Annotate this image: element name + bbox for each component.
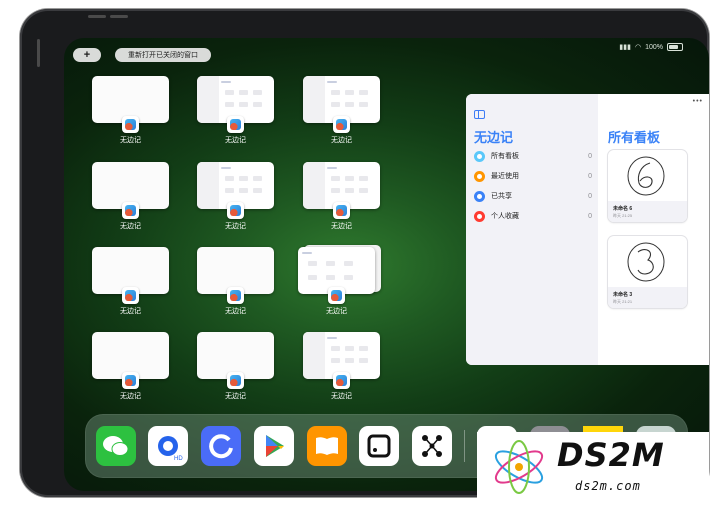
freeform-icon bbox=[333, 202, 350, 219]
watermark-title: DS2M bbox=[557, 436, 665, 474]
freeform-icon bbox=[227, 116, 244, 133]
side-button bbox=[37, 39, 40, 67]
board-name: 未命名 6 bbox=[613, 206, 633, 212]
freeform-icon bbox=[227, 372, 244, 389]
board-sketch-three bbox=[627, 242, 665, 282]
sidebar-item-shared[interactable]: 已共享 0 bbox=[474, 189, 592, 203]
browser-hd-icon[interactable]: HD bbox=[148, 426, 188, 466]
heart-icon bbox=[474, 210, 485, 222]
board-card[interactable]: 未命名 6 昨天 21:25 bbox=[608, 150, 687, 222]
window-label: 无边记 bbox=[120, 308, 141, 315]
sidebar-item-count: 0 bbox=[588, 192, 592, 200]
signal-icon: ▮▮▮ bbox=[619, 44, 631, 51]
square-app-icon[interactable] bbox=[359, 426, 399, 466]
board-footer: 未命名 3 昨天 21:21 bbox=[608, 287, 687, 308]
freeform-icon bbox=[122, 372, 139, 389]
refresh-app-icon[interactable] bbox=[201, 426, 241, 466]
new-window-button[interactable]: + bbox=[73, 48, 101, 62]
freeform-icon bbox=[227, 202, 244, 219]
window-label: 无边记 bbox=[120, 137, 141, 144]
freeform-icon bbox=[122, 116, 139, 133]
watermark: DS2M ds2m.com bbox=[477, 432, 709, 502]
sidebar-item-count: 0 bbox=[588, 212, 592, 220]
board-name: 未命名 3 bbox=[613, 292, 633, 298]
battery-icon bbox=[667, 43, 683, 51]
sidebar-toggle-icon[interactable] bbox=[474, 110, 485, 119]
sidebar-item-count: 0 bbox=[588, 172, 592, 180]
more-icon[interactable]: ••• bbox=[693, 98, 703, 105]
window-label: 无边记 bbox=[225, 308, 246, 315]
window-label: 无边记 bbox=[331, 137, 352, 144]
freeform-icon bbox=[328, 287, 345, 304]
sidebar-item-favorites[interactable]: 个人收藏 0 bbox=[474, 209, 592, 223]
sidebar-item-all-boards[interactable]: 所有看板 0 bbox=[474, 149, 592, 163]
wechat-icon[interactable] bbox=[96, 426, 136, 466]
sidebar-item-count: 0 bbox=[588, 152, 592, 160]
sidebar-item-label: 已共享 bbox=[491, 193, 512, 200]
board-card[interactable]: 未命名 3 昨天 21:21 bbox=[608, 236, 687, 308]
battery-percent: 100% bbox=[645, 43, 663, 51]
window-label: 无边记 bbox=[331, 223, 352, 230]
status-bar: ▮▮▮ ◠ 100% bbox=[619, 43, 683, 51]
window-label: 无边记 bbox=[225, 137, 246, 144]
play-store-icon[interactable] bbox=[254, 426, 294, 466]
window-label: 无边记 bbox=[120, 393, 141, 400]
freeform-window[interactable]: 无边记 所有看板 0 最近使用 0 已共享 0 个人收藏 0 ••• 所有看板 … bbox=[466, 94, 709, 365]
freeform-icon bbox=[122, 202, 139, 219]
wifi-icon: ◠ bbox=[634, 44, 642, 51]
graph-app-icon[interactable] bbox=[412, 426, 452, 466]
sidebar-item-recent[interactable]: 最近使用 0 bbox=[474, 169, 592, 183]
window-label: 无边记 bbox=[225, 393, 246, 400]
volume-button bbox=[88, 15, 106, 18]
board-date: 昨天 21:25 bbox=[613, 213, 633, 218]
watermark-subtitle: ds2m.com bbox=[575, 479, 641, 493]
sidebar-item-label: 所有看板 bbox=[491, 153, 519, 160]
freeform-icon bbox=[333, 116, 350, 133]
dock-divider bbox=[464, 430, 465, 462]
window-label: 无边记 bbox=[225, 223, 246, 230]
boards-icon bbox=[474, 150, 485, 162]
board-footer: 未命名 6 昨天 21:25 bbox=[608, 201, 687, 222]
volume-button-2 bbox=[110, 15, 128, 18]
freeform-sidebar: 无边记 所有看板 0 最近使用 0 已共享 0 个人收藏 0 bbox=[466, 94, 598, 365]
svg-text:HD: HD bbox=[174, 456, 183, 462]
shared-people-icon bbox=[474, 190, 485, 202]
main-title: 所有看板 bbox=[608, 130, 661, 145]
window-label: 无边记 bbox=[120, 223, 141, 230]
sidebar-item-label: 个人收藏 bbox=[491, 213, 519, 220]
window-label: 无边记 bbox=[326, 308, 347, 315]
reopen-closed-windows-button[interactable]: 重新打开已关闭的窗口 bbox=[115, 48, 211, 62]
sidebar-title: 无边记 bbox=[474, 130, 514, 145]
window-label: 无边记 bbox=[331, 393, 352, 400]
ipad-frame: ▮▮▮ ◠ 100% + 重新打开已关闭的窗口 无边记 无边记 无边记 无边记 … bbox=[20, 9, 709, 497]
clock-icon bbox=[474, 170, 485, 182]
freeform-icon bbox=[333, 372, 350, 389]
atom-logo-icon bbox=[494, 440, 544, 494]
board-sketch-six bbox=[627, 156, 665, 196]
freeform-icon bbox=[227, 287, 244, 304]
books-icon[interactable] bbox=[307, 426, 347, 466]
sidebar-item-label: 最近使用 bbox=[491, 173, 519, 180]
board-date: 昨天 21:21 bbox=[613, 299, 633, 304]
freeform-icon bbox=[122, 287, 139, 304]
app-expose-screen: ▮▮▮ ◠ 100% + 重新打开已关闭的窗口 无边记 无边记 无边记 无边记 … bbox=[64, 38, 709, 491]
boards-main: ••• 所有看板 未命名 6 昨天 21:25 未命名 3 昨天 21:21 bbox=[598, 94, 709, 365]
